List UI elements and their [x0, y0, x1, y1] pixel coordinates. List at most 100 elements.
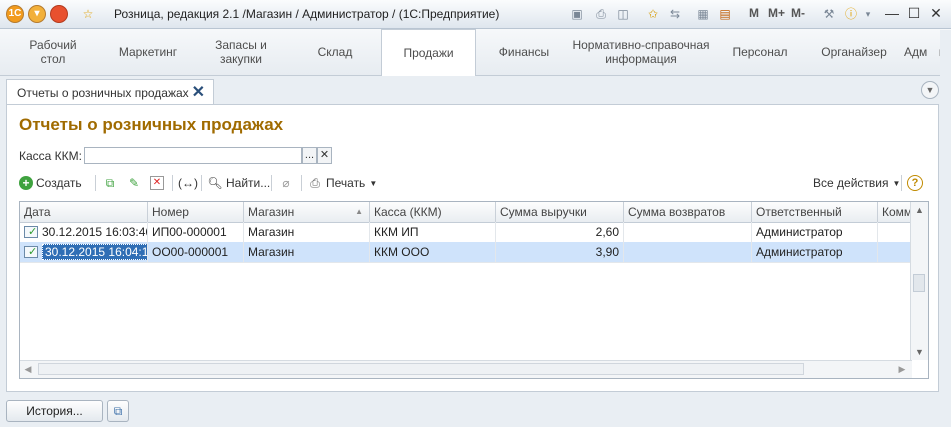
section-sales[interactable]: Продажи [381, 29, 476, 76]
section-reference-info[interactable]: Нормативно-справочная информация [571, 29, 711, 75]
info-dropdown-icon[interactable]: ▾ [860, 6, 876, 22]
print-icon[interactable]: ⎙ [593, 6, 609, 22]
find-button[interactable]: 🔍︎ Найти... [207, 173, 270, 193]
calculator-icon[interactable]: ▦ [695, 6, 711, 22]
cell-date-text: 30.12.2015 16:04:15 [42, 244, 147, 260]
kkm-filter-input[interactable] [84, 147, 302, 164]
memory-m-button[interactable]: M [749, 6, 759, 20]
window-title: Розница, редакция 2.1 /Магазин / Админис… [114, 7, 500, 21]
favorites-add-icon[interactable]: ✩ [645, 6, 661, 22]
cell-returns [624, 222, 752, 242]
cell-date-text: 30.12.2015 16:03:46 [42, 225, 148, 239]
create-button[interactable]: + Создать [19, 173, 82, 193]
table-row-selected[interactable]: 30.12.2015 16:04:15 ОО00-000001 Магазин … [20, 242, 912, 263]
settings-wrench-icon[interactable]: ⚒ [821, 6, 837, 22]
maximize-button[interactable]: ☐ [905, 4, 923, 22]
sort-ascending-icon: ▲ [355, 207, 363, 216]
toolbar-separator [201, 175, 202, 191]
memory-mminus-button[interactable]: M- [791, 6, 805, 20]
help-icon: ? [907, 175, 923, 191]
section-finance[interactable]: Финансы [480, 29, 568, 75]
window-scroll-strip [940, 30, 951, 396]
scroll-up-icon[interactable]: ▲ [911, 202, 928, 218]
cell-store: Магазин [244, 242, 370, 262]
cell-number: ОО00-000001 [148, 242, 244, 262]
horizontal-scrollbar[interactable]: ◀ ▶ [20, 360, 912, 378]
cell-comment [878, 242, 912, 262]
column-header-date[interactable]: Дата [20, 202, 148, 222]
scroll-down-icon[interactable]: ▼ [911, 344, 928, 360]
vertical-scroll-thumb[interactable] [913, 274, 925, 292]
tab-retail-reports[interactable]: Отчеты о розничных продажах ✕ [6, 79, 214, 105]
scroll-right-icon[interactable]: ▶ [894, 361, 910, 378]
info-icon[interactable]: ⓘ [843, 6, 859, 22]
section-desktop[interactable]: Рабочий стол [10, 29, 96, 75]
column-header-kkm[interactable]: Касса (ККМ) [370, 202, 496, 222]
edit-button[interactable]: ✎ [126, 173, 145, 193]
title-bar: 1С ▾ ☆ Розница, редакция 2.1 /Магазин / … [0, 0, 951, 29]
column-header-revenue[interactable]: Сумма выручки [496, 202, 624, 222]
copy-icon: ⧉ [105, 176, 115, 190]
printer-icon: ⎙ [310, 176, 320, 190]
vertical-scrollbar[interactable]: ▲ ▼ [910, 202, 928, 360]
search-icon: 🔍︎ [207, 176, 223, 190]
delete-button[interactable]: ✕ [150, 173, 167, 193]
history-icon[interactable]: ⇆ [667, 6, 683, 22]
windows-switch-icon[interactable]: ⧉ [107, 400, 129, 422]
cancel-search-button[interactable]: ⌀ [278, 173, 297, 193]
chevron-down-icon[interactable]: ▼ [921, 81, 939, 99]
section-warehouse[interactable]: Склад [290, 29, 380, 75]
open-windows-bar: Отчеты о розничных продажах ✕ ▼ [0, 76, 951, 105]
column-header-returns[interactable]: Сумма возвратов [624, 202, 752, 222]
find-button-label: Найти... [226, 176, 271, 190]
column-header-number[interactable]: Номер [148, 202, 244, 222]
help-button[interactable]: ? [907, 173, 926, 193]
cell-returns [624, 242, 752, 262]
preview-icon[interactable]: ◫ [615, 6, 631, 22]
column-header-store[interactable]: Магазин ▲ [244, 202, 370, 222]
print-button-label: Печать [326, 176, 366, 190]
reports-table[interactable]: Дата Номер Магазин ▲ Касса (ККМ) Сумма в… [19, 201, 929, 379]
kkm-select-button[interactable]: ... [302, 147, 317, 164]
refresh-icon: (↔) [178, 176, 198, 190]
home-icon[interactable] [50, 5, 68, 23]
main-menu-icon[interactable]: ▾ [28, 5, 46, 23]
print-button[interactable]: ⎙ Печать ▼ [307, 173, 377, 193]
cell-responsible: Администратор [752, 242, 878, 262]
app-logo-icon[interactable]: 1С [6, 5, 24, 23]
cell-date: 30.12.2015 16:03:46 [20, 222, 148, 242]
cancel-search-icon: ⌀ [282, 176, 290, 190]
memory-mplus-button[interactable]: M+ [768, 6, 785, 20]
cell-kkm: ККМ ИП [370, 222, 496, 242]
section-marketing[interactable]: Маркетинг [104, 29, 192, 75]
refresh-button[interactable]: (↔) [178, 173, 198, 193]
status-bar: История... ⧉ [0, 396, 951, 427]
section-stocks-purchases[interactable]: Запасы и закупки [196, 29, 286, 75]
cell-number: ИП00-000001 [148, 222, 244, 242]
copy-button[interactable]: ⧉ [102, 173, 121, 193]
column-header-store-label: Магазин [248, 205, 295, 219]
column-header-comment[interactable]: Комм [878, 202, 912, 222]
favorites-star-icon[interactable]: ☆ [80, 6, 96, 22]
toolbar-separator [301, 175, 302, 191]
section-personnel[interactable]: Персонал [716, 29, 804, 75]
minimize-button[interactable]: — [883, 4, 901, 22]
section-administration[interactable]: Адм [904, 29, 936, 75]
horizontal-scroll-thumb[interactable] [38, 363, 804, 375]
table-row[interactable]: 30.12.2015 16:03:46 ИП00-000001 Магазин … [20, 222, 912, 243]
toolbar-separator [95, 175, 96, 191]
scroll-left-icon[interactable]: ◀ [20, 361, 36, 378]
save-icon[interactable]: ▣ [569, 6, 585, 22]
cell-store: Магазин [244, 222, 370, 242]
all-actions-button[interactable]: Все действия ▼ [813, 173, 900, 193]
posted-document-icon [24, 222, 38, 242]
column-header-responsible[interactable]: Ответственный [752, 202, 878, 222]
close-window-button[interactable]: ✕ [927, 4, 945, 22]
kkm-clear-button[interactable]: ✕ [317, 147, 332, 164]
calendar-icon[interactable]: ▤ [717, 6, 733, 22]
close-icon[interactable]: ✕ [192, 82, 205, 102]
tab-label: Отчеты о розничных продажах [17, 86, 189, 100]
section-organizer[interactable]: Органайзер [810, 29, 898, 75]
delete-mark-icon: ✕ [150, 176, 164, 190]
history-button[interactable]: История... [6, 400, 103, 422]
